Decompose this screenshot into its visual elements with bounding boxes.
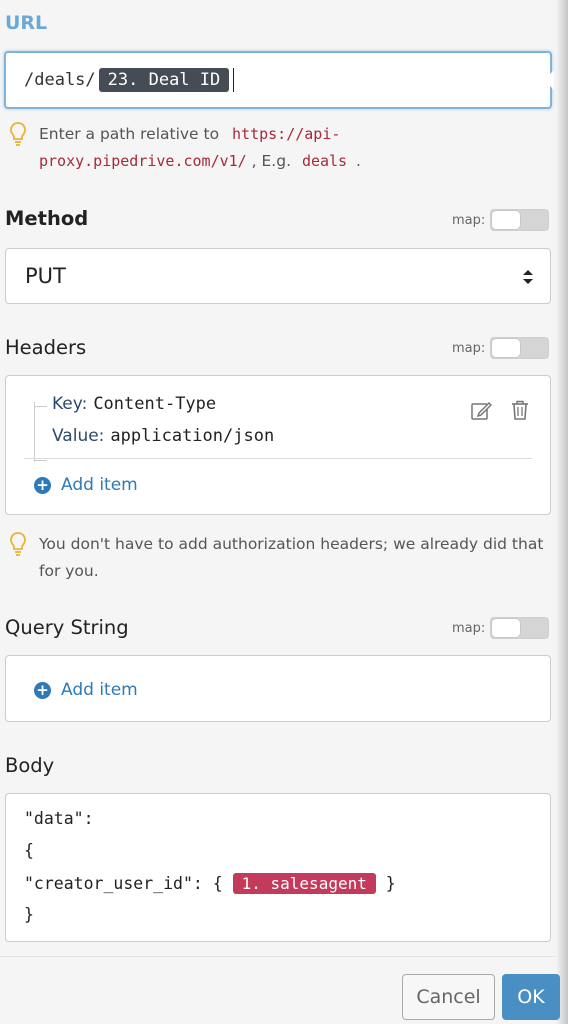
- body-line-2: {: [24, 841, 34, 860]
- headers-hint-text: You don't have to add authorization head…: [39, 535, 544, 580]
- query-map-toggle[interactable]: map:: [452, 617, 550, 639]
- salesagent-token[interactable]: 1. salesagent: [232, 873, 376, 894]
- header-value-label: Value:: [52, 426, 105, 446]
- url-input[interactable]: /deals/ 23. Deal ID: [4, 51, 552, 109]
- headers-divider: [24, 458, 532, 459]
- headers-map-toggle[interactable]: map:: [452, 337, 550, 359]
- headers-panel: Key: Content-Type Value: application/json …: [5, 375, 551, 515]
- body-line-1: "data":: [24, 809, 94, 828]
- header-key-label: Key:: [52, 394, 88, 414]
- url-hint-base-1: https://api-: [232, 125, 341, 143]
- method-map-label: map:: [452, 212, 486, 228]
- headers-map-switch[interactable]: [490, 337, 550, 359]
- query-map-switch[interactable]: [490, 617, 550, 639]
- headers-map-label: map:: [452, 340, 486, 356]
- method-label: Method: [5, 207, 89, 230]
- url-label: URL: [5, 12, 48, 34]
- url-hint-example: deals: [301, 152, 348, 170]
- query-add-item-label: Add item: [61, 680, 138, 700]
- query-add-item-button[interactable]: + Add item: [34, 680, 138, 700]
- toggle-knob: [492, 619, 521, 637]
- url-hint-eg: , E.g.: [251, 152, 291, 170]
- sort-arrows-icon: [523, 270, 533, 284]
- ok-button[interactable]: OK: [502, 974, 560, 1020]
- plus-circle-icon: +: [34, 681, 51, 699]
- cancel-button[interactable]: Cancel: [402, 974, 495, 1020]
- url-pointer-arrow: [544, 70, 554, 90]
- query-map-label: map:: [452, 620, 486, 636]
- body-line-4: }: [24, 905, 34, 924]
- tree-connector: [34, 402, 48, 462]
- header-value-row: Value: application/json: [52, 426, 274, 446]
- text-caret: [233, 68, 235, 92]
- body-editor[interactable]: "data": { "creator_user_id": { 1. salesa…: [5, 793, 551, 942]
- query-string-label: Query String: [5, 616, 129, 639]
- toggle-knob: [492, 339, 521, 357]
- footer-divider: [0, 956, 556, 957]
- headers-label: Headers: [5, 336, 87, 359]
- trash-icon[interactable]: [509, 399, 531, 421]
- lightbulb-icon: [10, 122, 26, 146]
- method-value: PUT: [25, 264, 66, 288]
- url-hint-base-2: proxy.pipedrive.com/v1/: [39, 152, 247, 170]
- url-hint-period: .: [356, 152, 361, 170]
- lightbulb-icon: [10, 532, 26, 556]
- body-label: Body: [5, 754, 55, 777]
- scroll-edge-shade: [556, 0, 568, 1024]
- url-hint-text: Enter a path relative to: [39, 125, 220, 143]
- header-value-value: application/json: [110, 426, 275, 446]
- plus-circle-icon: +: [34, 476, 51, 494]
- method-map-toggle[interactable]: map:: [452, 209, 550, 231]
- query-string-panel: + Add item: [5, 655, 551, 722]
- deal-id-token[interactable]: 23. Deal ID: [98, 68, 230, 92]
- edit-icon[interactable]: [470, 400, 492, 422]
- toggle-knob: [492, 211, 521, 229]
- header-key-row: Key: Content-Type: [52, 394, 216, 414]
- method-select[interactable]: PUT: [5, 248, 551, 304]
- url-prefix: /deals/: [24, 70, 96, 90]
- url-hint: Enter a path relative to https://api- pr…: [8, 121, 548, 175]
- headers-add-item-label: Add item: [61, 475, 138, 495]
- body-line-3-prefix: "creator_user_id": {: [24, 874, 223, 893]
- body-line-3: "creator_user_id": { 1. salesagent }: [24, 873, 396, 894]
- method-map-switch[interactable]: [490, 209, 550, 231]
- body-line-3-suffix: }: [385, 874, 396, 893]
- headers-add-item-button[interactable]: + Add item: [34, 475, 138, 495]
- header-key-value: Content-Type: [93, 394, 217, 414]
- headers-hint: You don't have to add authorization head…: [8, 531, 553, 585]
